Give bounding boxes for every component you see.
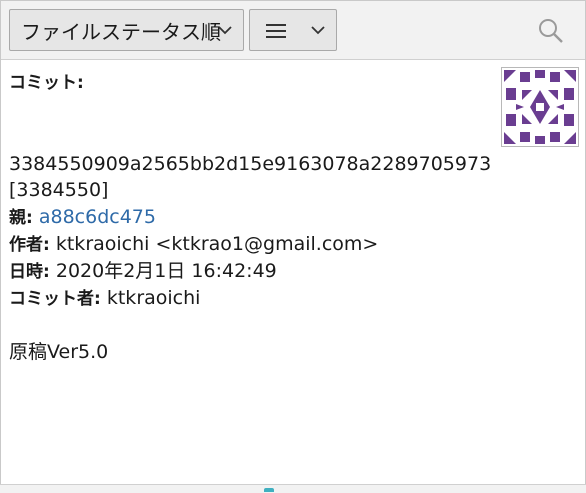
date-row: 日時: 2020年2月1日 16:42:49 <box>9 258 277 285</box>
author-row: 作者: ktkraoichi <ktkrao1@gmail.com> <box>9 231 378 258</box>
committer-value: ktkraoichi <box>106 287 201 309</box>
author-label: 作者: <box>9 235 50 255</box>
author-avatar <box>501 67 579 147</box>
committer-row: コミット者: ktkraoichi <box>9 285 200 312</box>
commit-label: コミット: <box>9 73 84 93</box>
parent-hash-link[interactable]: a88c6dc475 <box>39 206 156 228</box>
commit-short-hash: [3384550] <box>9 179 109 201</box>
sort-label: ファイルステータス順 <box>21 19 221 44</box>
date-value: 2020年2月1日 16:42:49 <box>55 260 277 282</box>
sort-dropdown[interactable]: ファイルステータス順 <box>9 9 244 51</box>
parent-row: 親: a88c6dc475 <box>9 204 156 231</box>
commit-row: コミット: <box>9 69 84 96</box>
toolbar: ファイルステータス順 <box>1 1 585 60</box>
menu-lines-icon <box>266 22 286 44</box>
chevron-down-icon <box>217 22 233 42</box>
parent-label: 親: <box>9 208 33 228</box>
view-options-dropdown[interactable] <box>249 9 337 51</box>
commit-message: 原稿Ver5.0 <box>9 341 109 363</box>
chevron-down-icon <box>310 22 326 42</box>
committer-label: コミット者: <box>9 289 101 309</box>
splitter-handle[interactable] <box>264 488 274 492</box>
author-value[interactable]: ktkraoichi <ktkrao1@gmail.com> <box>56 233 378 255</box>
search-icon[interactable] <box>538 18 564 48</box>
commit-hash[interactable]: 3384550909a2565bb2d15e9163078a2289705973 <box>9 151 491 177</box>
date-label: 日時: <box>9 262 50 282</box>
commit-details-panel: ファイルステータス順 コミット: 3384550909a2565bb2d15e9… <box>0 0 586 492</box>
